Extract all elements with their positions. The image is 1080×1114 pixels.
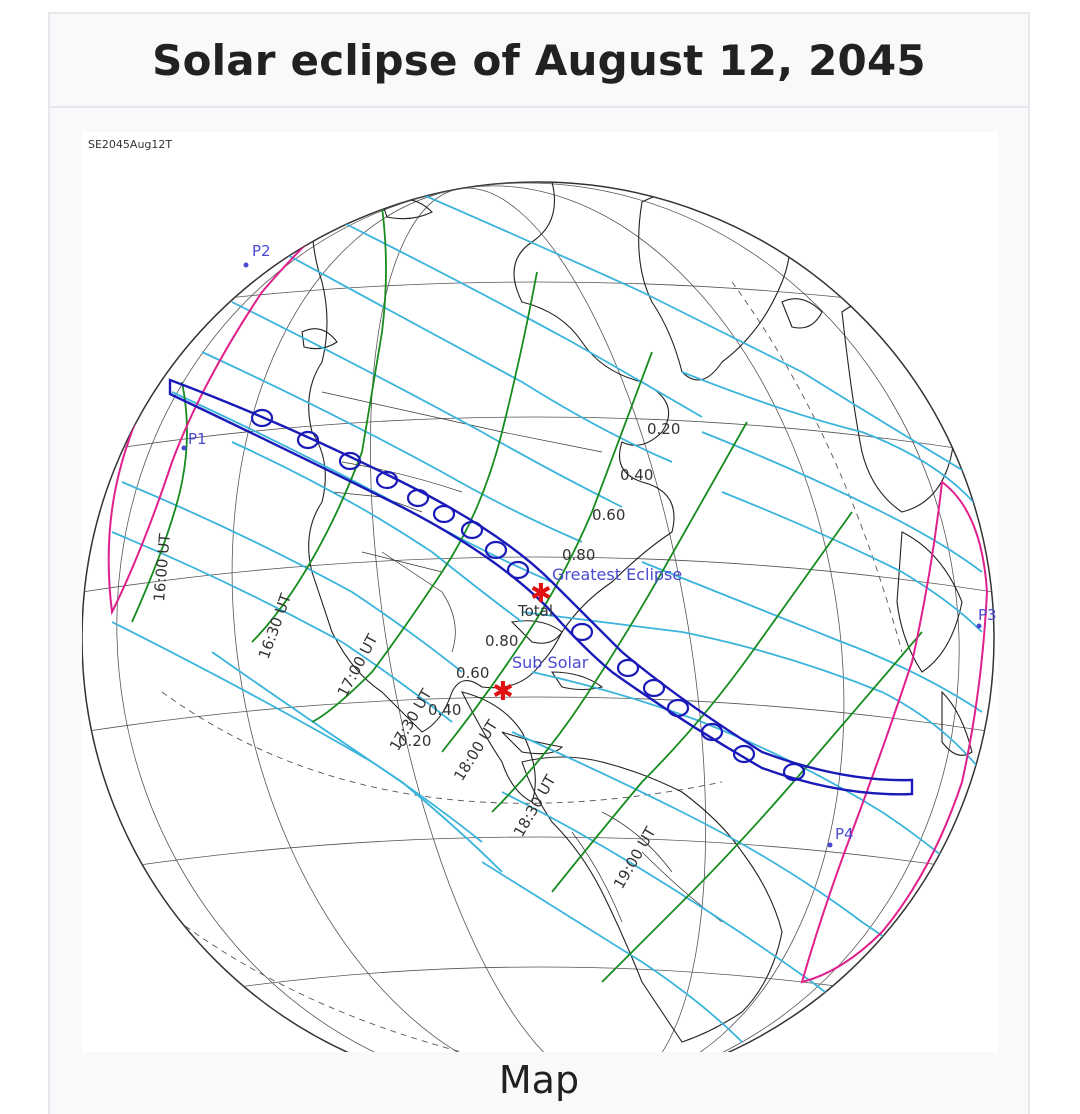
- magnitude-label-060-south: 0.60: [456, 664, 489, 682]
- magnitude-label-080-south: 0.80: [485, 632, 518, 650]
- magnitude-label-060-north: 0.60: [592, 506, 625, 524]
- magnitude-label-040-north: 0.40: [620, 466, 653, 484]
- infobox-header: Solar eclipse of August 12, 2045: [50, 14, 1028, 108]
- eclipse-map-svg: ✱ ✱ SE2045Aug12T P2 P1 P3 P4 0.20 0.40 0…: [81, 138, 997, 1095]
- magnitude-label-040-south: 0.40: [428, 701, 461, 719]
- page-title: Solar eclipse of August 12, 2045: [152, 35, 926, 85]
- p1-label: P1: [188, 430, 207, 448]
- map-id-label: SE2045Aug12T: [88, 138, 172, 151]
- sub-solar-marker: ✱: [492, 677, 514, 707]
- greatest-eclipse-label: Greatest Eclipse: [552, 565, 682, 584]
- map-caption: Map: [498, 1058, 580, 1102]
- total-label: Total: [517, 602, 553, 620]
- magnitude-label-020-north: 0.20: [647, 420, 680, 438]
- p4-label: P4: [835, 825, 854, 843]
- eclipse-map[interactable]: ✱ ✱ SE2045Aug12T P2 P1 P3 P4 0.20 0.40 0…: [81, 132, 998, 1095]
- magnitude-label-080-north: 0.80: [562, 546, 595, 564]
- p2-label: P2: [252, 242, 271, 260]
- p3-label: P3: [978, 606, 997, 624]
- sub-solar-label: Sub Solar: [512, 653, 589, 672]
- infobox: Solar eclipse of August 12, 2045 ✱ ✱ SE2…: [48, 12, 1030, 1114]
